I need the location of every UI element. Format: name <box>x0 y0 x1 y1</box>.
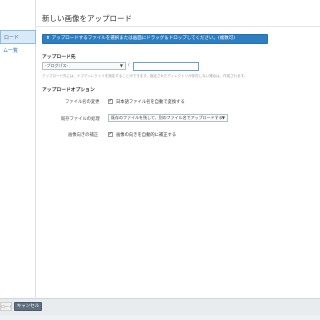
main-panel: 新しい画像をアップロード ⬆ アップロードするファイルを選択または画面にドラッグ＆… <box>36 0 320 298</box>
title-divider <box>36 26 320 27</box>
upload-prompt-text: アップロードするファイルを選択または画面にドラッグ＆ドロップしてください。(複数… <box>51 36 236 41</box>
options-label: アップロードオプション <box>42 88 95 93</box>
file-upload-dropzone[interactable]: ⬆ アップロードするファイルを選択または画面にドラッグ＆ドロップしてください。(複… <box>42 34 268 44</box>
orientation-option-text: 画像の向きを自動的に補正する <box>116 133 177 138</box>
destination-path-input[interactable] <box>133 62 199 71</box>
sidebar: ロード ム一覧 <box>0 0 36 298</box>
chevron-down-icon: ▼ <box>119 63 123 68</box>
status-bar <box>0 315 320 320</box>
destination-label: アップロード先 <box>42 55 76 60</box>
existing-file-label: 既存ファイルの処理 <box>61 117 100 122</box>
sidebar-item-list[interactable]: ム一覧 <box>0 44 36 58</box>
upload-icon: ⬆ <box>46 36 50 41</box>
existing-file-select[interactable]: 既存のファイルを残して、別のファイル名でアップロードする ▼ <box>108 114 228 122</box>
destination-help-text: アップロード先には、ナブディレクトリを指定することができます。指定されたディレク… <box>42 74 248 78</box>
chevron-down-icon: ▼ <box>221 115 225 120</box>
path-separator: / <box>128 63 130 68</box>
footer-bar <box>0 298 320 315</box>
cancel-button[interactable]: キャンセル <box>14 302 42 311</box>
page-title: 新しい画像をアップロード <box>42 14 132 23</box>
rename-checkbox[interactable] <box>108 98 113 104</box>
sidebar-item-upload[interactable]: ロード <box>0 30 36 44</box>
destination-root-value: -ブログパス- <box>45 63 68 68</box>
upload-button[interactable]: ロード <box>0 302 12 311</box>
destination-root-select[interactable]: -ブログパス- ▼ <box>42 62 126 70</box>
orientation-checkbox[interactable] <box>108 131 113 137</box>
rename-option-text: 日本語ファイル名を自動で変換する <box>116 100 185 105</box>
existing-file-value: 既存のファイルを残して、別のファイル名でアップロードする <box>111 115 223 120</box>
rename-label: ファイル名の変更 <box>65 100 100 105</box>
orientation-label: 画像向きの補正 <box>68 133 99 138</box>
